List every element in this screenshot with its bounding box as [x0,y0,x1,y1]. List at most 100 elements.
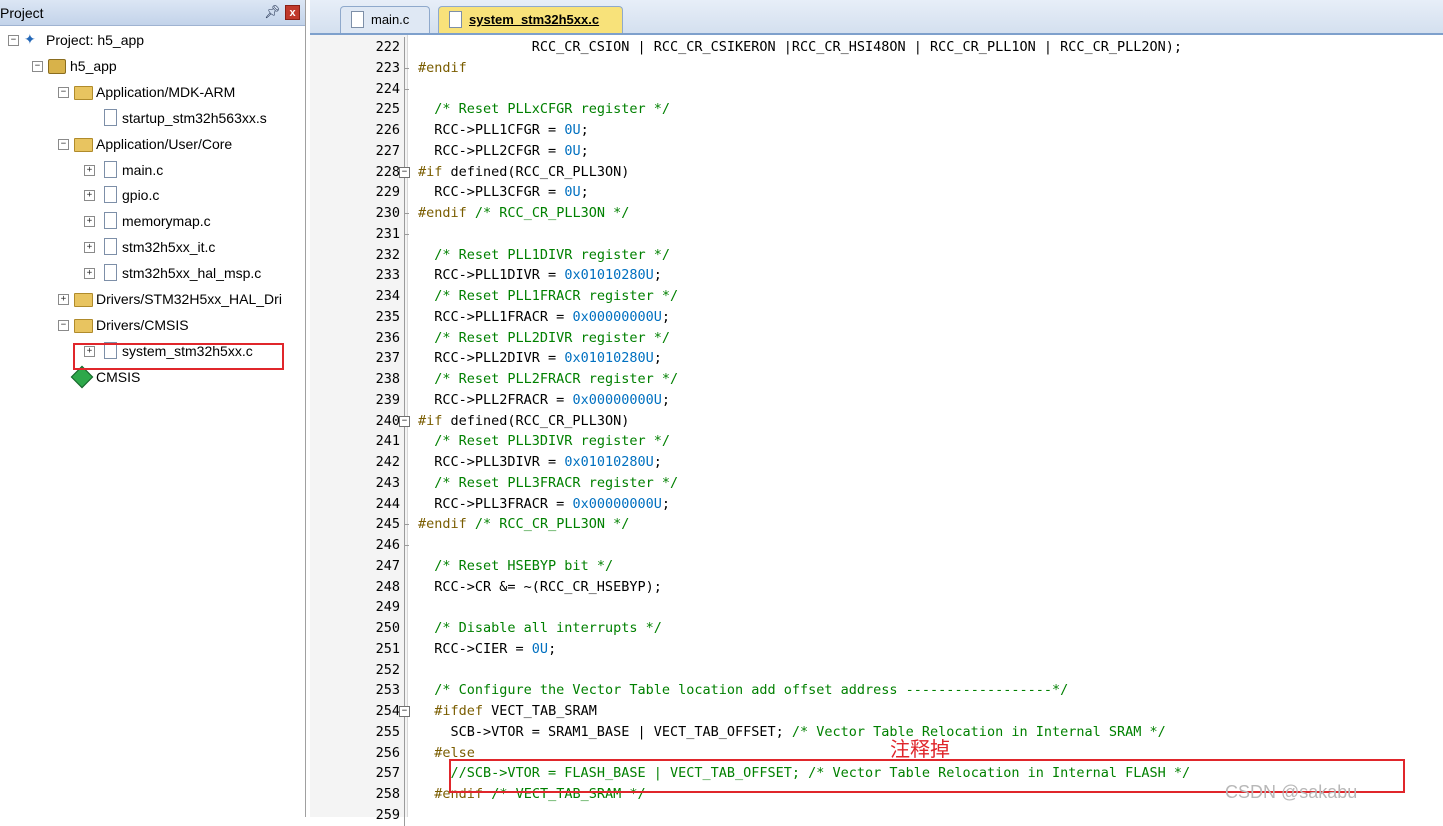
code-text: /* Reset PLL2DIVR register */ [418,330,670,346]
expand-icon[interactable]: + [58,294,69,305]
folder-icon [74,318,93,333]
fold-guide [404,784,405,805]
code-text: /* Reset PLL1FRACR register */ [418,288,678,304]
code-token: /* Reset PLL3FRACR register */ [434,474,679,491]
target-icon [48,58,66,74]
line-number: 230 [375,205,400,221]
fold-end-marker [404,233,409,235]
expand-icon[interactable]: + [84,190,95,202]
code-line: 240− #if defined(RCC_CR_PLL3ON) [310,410,1443,432]
code-text: RCC->PLL2CFGR = 0U; [418,142,588,159]
code-line: 238 /* Reset PLL2FRACR register */ [310,369,1443,390]
code-text: #endif /* RCC_CR_PLL3ON */ [418,205,629,221]
tree-item-label: gpio.c [122,187,160,204]
line-number: 259 [375,806,400,823]
code-line: 251 RCC->CIER = 0U; [310,638,1443,660]
code-line: 241 /* Reset PLL3DIVR register */ [310,431,1443,453]
line-number: 244 [375,495,400,512]
tab-main-c[interactable]: main.c [340,6,430,33]
code-token: ; [653,267,662,284]
line-number: 249 [375,599,400,616]
code-area[interactable]: 222 RCC_CR_CSION | RCC_CR_CSIKERON |RCC_… [310,35,1443,826]
code-token: RCC->PLL2CFGR = [418,142,565,159]
line-number: 258 [375,786,400,802]
code-token: RCC->PLL2DIVR = [418,350,565,367]
collapse-icon[interactable]: − [58,138,69,150]
fold-collapse-icon[interactable]: − [399,706,410,717]
code-text: RCC->PLL1FRACR = 0x00000000U; [418,309,670,325]
file-icon [104,108,117,126]
code-token: 0x01010280U [564,454,654,470]
code-token: ; [653,350,662,367]
project-panel: Project 📌︎ x − ✦ Project: h5_app − h5_app − Ap… [0,0,306,817]
tree-item-label: main.c [122,161,164,178]
tab-label: system_stm32h5xx.c [469,12,600,27]
collapse-icon[interactable]: − [32,60,43,72]
project-panel-title: Project [0,5,44,21]
tree-item-label: CMSIS [96,368,141,385]
fold-end-marker [404,67,409,69]
expand-icon[interactable]: + [84,216,95,228]
collapse-icon[interactable]: − [58,319,69,331]
expand-icon[interactable]: + [84,268,95,280]
collapse-icon[interactable]: − [8,35,19,46]
collapse-icon[interactable]: − [58,86,69,98]
tree-item-label: stm32h5xx_hal_msp.c [122,265,262,282]
tree-item-label: Project: h5_app [46,32,145,48]
code-token: RCC->PLL1FRACR = [418,308,573,325]
fold-guide [404,638,405,660]
code-line: 235 RCC->PLL1FRACR = 0x00000000U; [310,306,1443,328]
fold-guide [404,306,405,328]
code-line: 225 /* Reset PLLxCFGR register */ [310,99,1443,121]
file-icon [104,238,117,256]
code-line: 232 /* Reset PLL1DIVR register */ [310,244,1443,266]
line-number: 234 [375,288,400,304]
fold-guide [404,721,405,743]
code-text: #endif [418,60,467,76]
code-token: VECT_TAB_SRAM [483,703,597,719]
code-text: RCC_CR_CSION | RCC_CR_CSIKERON |RCC_CR_H… [418,39,1182,55]
code-token: /* Disable all interrupts */ [434,620,662,636]
code-line: 231 [310,223,1443,245]
fold-collapse-icon[interactable]: − [399,415,410,427]
code-token: 0x01010280U [564,267,654,284]
code-token: 0x00000000U [572,391,662,408]
code-token: #if [418,163,443,180]
code-text: #if defined(RCC_CR_PLL3ON) [418,413,629,429]
line-number: 257 [375,765,400,782]
line-number: 245 [375,516,400,533]
fold-guide [404,120,405,141]
tab-system-stm32h5xx-c[interactable]: system_stm32h5xx.c [438,6,623,33]
fold-guide [404,99,405,121]
code-text: SCB->VTOR = SRAM1_BASE | VECT_TAB_OFFSET… [418,724,1166,740]
tree-item-label: h5_app [70,57,117,74]
fold-guide [404,804,405,826]
expand-icon[interactable]: + [84,164,95,176]
code-text: #ifdef VECT_TAB_SRAM [418,703,597,719]
line-number: 248 [375,578,400,595]
code-token: 0U [564,184,581,201]
code-token: ; [661,391,670,408]
file-icon [449,11,462,28]
fold-collapse-icon[interactable]: − [399,166,410,178]
code-line: 237 RCC->PLL2DIVR = 0x01010280U; [310,348,1443,370]
fold-end-marker [404,545,409,546]
fold-guide [404,431,405,453]
tree-item-label: Drivers/STM32H5xx_HAL_Dri [96,291,282,307]
close-icon[interactable]: x [285,5,300,20]
code-token: 0x00000000U [572,308,662,325]
code-text: RCC->PLL1DIVR = 0x01010280U; [418,267,662,283]
fold-guide [404,244,405,266]
expand-icon[interactable]: + [84,242,95,254]
pin-icon[interactable]: 📌︎ [264,4,281,20]
code-token: 0U [531,640,549,657]
tree-item-label: startup_stm32h563xx.s [122,109,267,126]
